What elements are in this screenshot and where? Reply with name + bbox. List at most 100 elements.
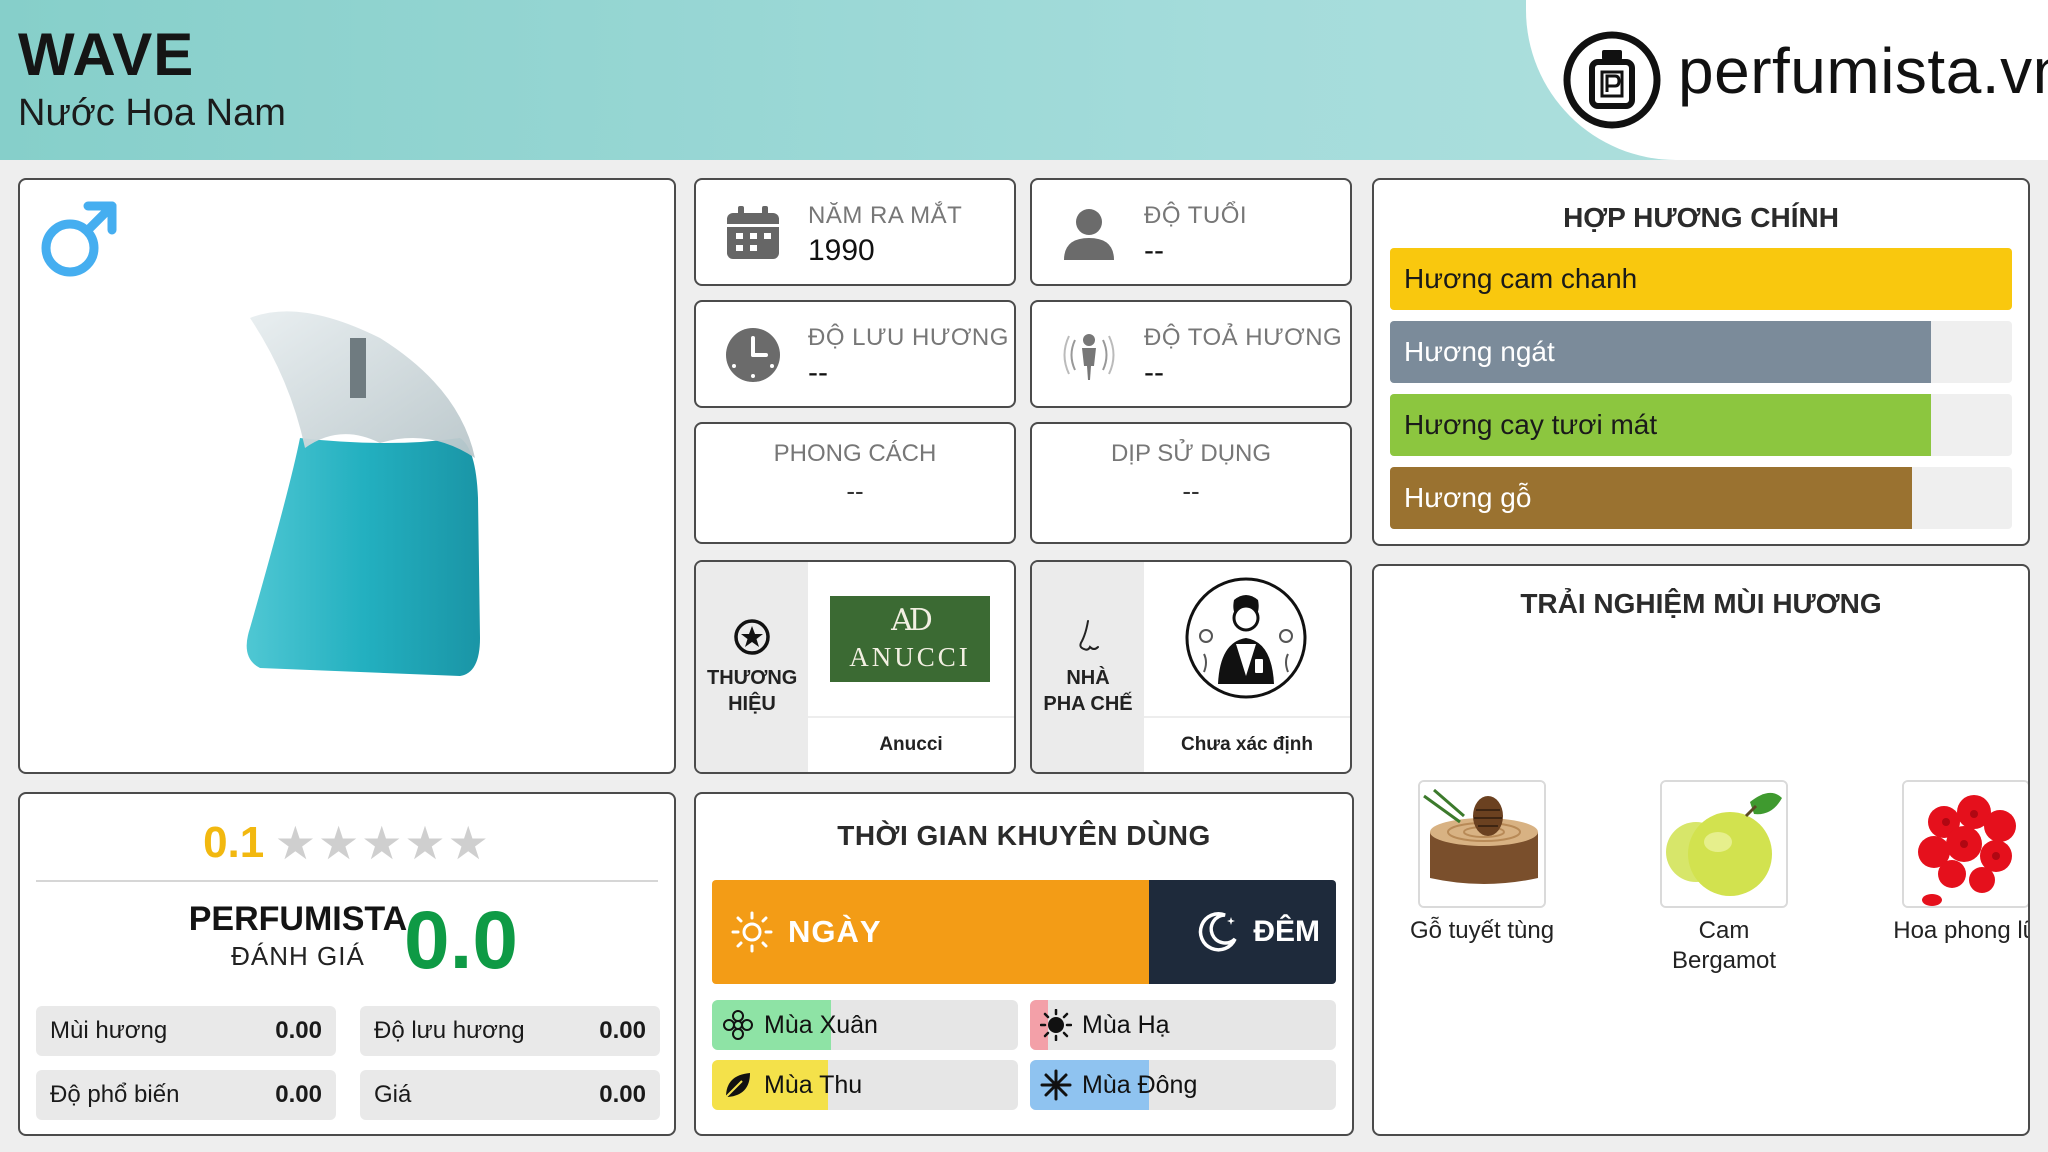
logo-text: perfumista.vn (1678, 35, 2048, 107)
style-card: PHONG CÁCH -- (694, 422, 1016, 544)
note-image (1902, 780, 2028, 908)
accord-label: Hương cay tươi mát (1404, 409, 1658, 440)
note-item[interactable]: Hoa phong lữ (1886, 780, 2030, 946)
sun-icon (731, 911, 773, 953)
season-winter: Mùa Đông (1030, 1060, 1336, 1110)
accord-bar: Hương cam chanh (1390, 248, 2012, 310)
season-content: Mùa Thu (722, 1060, 862, 1110)
brand-side: THƯƠNG HIỆU (696, 562, 808, 772)
accord-bar: Hương cay tươi mát (1390, 394, 2012, 456)
person-icon (1064, 209, 1114, 260)
perfume-bottle-logo-icon (1563, 31, 1661, 129)
day-content: NGÀY (730, 880, 882, 984)
metric-price: Giá 0.00 (360, 1070, 660, 1120)
geranium-icon (1904, 782, 2028, 906)
clock-icon (726, 328, 780, 382)
info-value: -- (808, 356, 828, 389)
info-label: ĐỘ TUỔI (1144, 202, 1248, 229)
sun-icon (1040, 1009, 1072, 1041)
night-content: ĐÊM (1195, 880, 1320, 984)
accord-label: Hương gỗ (1404, 482, 1532, 513)
info-value: -- (1182, 476, 1200, 506)
metric-longevity: Độ lưu hương 0.00 (360, 1006, 660, 1056)
star-badge-icon (734, 619, 770, 655)
info-label: PHONG CÁCH (773, 440, 937, 467)
page-subtitle: Nước Hoa Nam (18, 92, 286, 134)
star-rating-icon[interactable]: ★★★★★ (275, 817, 491, 869)
note-label: Cam Bergamot (1671, 917, 1777, 974)
night-label: ĐÊM (1253, 915, 1320, 948)
note-label: Hoa phong lữ (1893, 917, 2030, 944)
perfumer-card[interactable]: NHÀ PHA CHẾ Chưa xác định (1030, 560, 1352, 774)
divider (36, 880, 658, 882)
info-value: -- (1144, 234, 1164, 267)
occasion-card: DỊP SỬ DỤNG -- (1030, 422, 1352, 544)
header-bar: WAVE Nước Hoa Nam perfumista.vn (0, 0, 2048, 160)
info-value: -- (846, 476, 864, 506)
note-label: Gỗ tuyết tùng (1409, 917, 1555, 944)
rating-score: 0.1 (203, 818, 265, 867)
info-label: NĂM RA MẮT (808, 202, 963, 229)
section-title: HỢP HƯƠNG CHÍNH (1563, 202, 1839, 233)
section-title: TRẢI NGHIỆM MÙI HƯƠNG (1520, 588, 1882, 619)
metric-label: Giá (374, 1081, 412, 1108)
perfumer-side: NHÀ PHA CHẾ (1032, 562, 1144, 772)
brand-logo: AD ANUCCI (830, 596, 990, 682)
logo-area[interactable]: perfumista.vn (1526, 0, 2048, 160)
section-title: THỜI GIAN KHUYÊN DÙNG (837, 820, 1211, 851)
cedar-wood-icon (1420, 782, 1544, 906)
rating-card: 0.1 ★★★★★ PERFUMISTA ĐÁNH GIÁ 0.0 Mùi hư… (18, 792, 676, 1136)
season-label: Mùa Xuân (764, 1010, 878, 1039)
info-label: ĐỘ LƯU HƯƠNG (808, 324, 1009, 351)
main-accords-card: HỢP HƯƠNG CHÍNH Hương cam chanh Hương ng… (1372, 178, 2030, 546)
sillage-card: ĐỘ TOẢ HƯƠNG -- (1030, 300, 1352, 408)
note-item[interactable]: Gỗ tuyết tùng (1402, 780, 1562, 946)
scent-notes-card: TRẢI NGHIỆM MÙI HƯƠNG Gỗ tuyết tùng Cam … (1372, 564, 2030, 1136)
brand-main: AD ANUCCI Anucci (808, 562, 1014, 772)
brand-name: Anucci (808, 716, 1014, 772)
perfumer-main: Chưa xác định (1144, 562, 1350, 772)
metric-value: 0.00 (275, 1017, 322, 1044)
perfumista-sublabel: ĐÁNH GIÁ (231, 941, 365, 971)
perfumista-label: PERFUMISTA (188, 900, 408, 938)
metric-label: Độ lưu hương (374, 1017, 525, 1044)
bergamot-icon (1662, 782, 1786, 906)
metric-scent: Mùi hương 0.00 (36, 1006, 336, 1056)
male-icon (41, 201, 117, 277)
longevity-card: ĐỘ LƯU HƯƠNG -- (694, 300, 1016, 408)
brand-label: THƯƠNG HIỆU (707, 667, 798, 715)
note-image (1660, 780, 1788, 908)
season-label: Mùa Thu (764, 1070, 863, 1099)
flower-icon (723, 1010, 753, 1040)
sillage-icon (1063, 334, 1115, 380)
brand-card[interactable]: THƯƠNG HIỆU AD ANUCCI Anucci (694, 560, 1016, 774)
info-label: DỊP SỬ DỤNG (1110, 440, 1272, 467)
calendar-icon (727, 206, 779, 259)
metric-label: Độ phổ biến (50, 1081, 180, 1108)
day-night-bar: NGÀY ĐÊM (712, 880, 1336, 984)
metric-label: Mùi hương (50, 1017, 168, 1044)
note-item[interactable]: Cam Bergamot (1644, 780, 1804, 976)
perfumer-label: NHÀ PHA CHẾ (1043, 667, 1133, 715)
season-content: Mùa Xuân (722, 1000, 878, 1050)
accord-bar: Hương ngát (1390, 321, 2012, 383)
nose-icon (1079, 620, 1099, 651)
age-card: ĐỘ TUỔI -- (1030, 178, 1352, 286)
info-label: ĐỘ TOẢ HƯƠNG (1144, 324, 1343, 351)
season-label: Mùa Đông (1082, 1070, 1198, 1099)
perfumista-score: 0.0 (404, 895, 518, 986)
accord-bar: Hương gỗ (1390, 467, 2012, 529)
recommended-time-card: THỜI GIAN KHUYÊN DÙNG NGÀY ĐÊM Mùa Xuân … (694, 792, 1354, 1136)
note-image (1418, 780, 1546, 908)
season-content: Mùa Đông (1040, 1060, 1197, 1110)
metric-value: 0.00 (599, 1081, 646, 1108)
accord-label: Hương ngát (1404, 336, 1555, 367)
perfumer-illustration-icon (1185, 577, 1307, 699)
page-title: WAVE (18, 21, 195, 88)
metric-value: 0.00 (275, 1081, 322, 1108)
season-autumn: Mùa Thu (712, 1060, 1018, 1110)
season-spring: Mùa Xuân (712, 1000, 1018, 1050)
info-value: -- (1144, 356, 1164, 389)
perfumer-name: Chưa xác định (1144, 716, 1350, 772)
brand-logo-monogram: AD (891, 602, 933, 638)
